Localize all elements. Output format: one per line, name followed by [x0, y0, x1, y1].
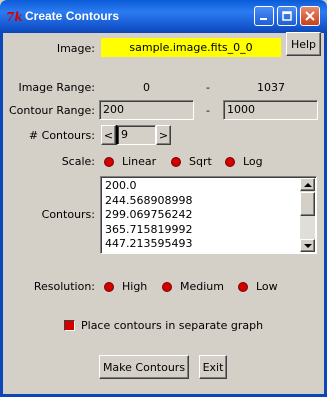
make-contours-button[interactable]: Make Contours	[99, 355, 189, 379]
window-title: Create Contours	[25, 9, 120, 23]
exit-button[interactable]: Exit	[199, 355, 227, 379]
help-button-label: Help	[290, 37, 317, 51]
title-bar[interactable]: 7k Create Contours	[0, 0, 327, 33]
image-range-label: Image Range:	[18, 81, 95, 94]
scroll-up-button[interactable]	[300, 178, 315, 191]
scale-sqrt-label: Sqrt	[189, 155, 212, 168]
maximize-button[interactable]	[277, 6, 297, 26]
minimize-button[interactable]	[254, 6, 274, 26]
close-button[interactable]	[300, 6, 320, 26]
num-contours-label: # Contours:	[28, 129, 95, 142]
scale-label: Scale:	[61, 155, 95, 168]
scroll-thumb[interactable]	[300, 192, 315, 216]
maximize-icon	[282, 11, 292, 21]
contours-scrollbar[interactable]	[300, 178, 315, 252]
resolution-low-label: Low	[256, 280, 278, 293]
contour-value[interactable]: 365.715819992	[103, 223, 298, 238]
resolution-low-radio[interactable]	[238, 282, 248, 292]
image-range-min: 0	[143, 81, 150, 94]
tk-feather-icon: 7k	[6, 10, 23, 24]
contour-range-separator: -	[206, 104, 210, 117]
resolution-high-label: High	[122, 280, 148, 293]
contours-listbox[interactable]: 200.0 244.568908998 299.069756242 365.71…	[100, 176, 317, 254]
arrow-down-icon	[303, 243, 312, 248]
separate-graph-label: Place contours in separate graph	[81, 319, 264, 332]
make-contours-label: Make Contours	[102, 360, 186, 374]
image-label: Image:	[56, 42, 95, 55]
scale-log-radio[interactable]	[225, 157, 235, 167]
resolution-medium-radio[interactable]	[162, 282, 172, 292]
image-range-separator: -	[206, 81, 210, 94]
decrement-contours-label: <	[103, 128, 114, 142]
resolution-high-radio[interactable]	[104, 282, 114, 292]
scale-sqrt-radio[interactable]	[171, 157, 181, 167]
increment-contours-button[interactable]: >	[156, 125, 171, 145]
contour-value[interactable]: 447.213595493	[103, 237, 298, 252]
contour-range-min-input[interactable]: 200	[99, 100, 194, 120]
contour-value[interactable]: 244.568908998	[103, 194, 298, 209]
contour-range-max-input[interactable]: 1000	[223, 100, 318, 120]
increment-contours-label: >	[158, 128, 169, 142]
scale-linear-label: Linear	[122, 155, 157, 168]
image-range-max: 1037	[257, 81, 285, 94]
contours-label: Contours:	[41, 208, 95, 221]
exit-label: Exit	[202, 360, 224, 374]
scale-linear-radio[interactable]	[104, 157, 114, 167]
contour-value[interactable]: 200.0	[103, 179, 298, 194]
resolution-label: Resolution:	[33, 280, 95, 293]
close-icon	[305, 11, 315, 21]
num-contours-input[interactable]: 9	[116, 125, 156, 145]
contour-value[interactable]: 299.069756242	[103, 208, 298, 223]
separate-graph-checkbox[interactable]	[64, 320, 75, 331]
image-name-field: sample.image.fits_0_0	[101, 38, 281, 57]
resolution-medium-label: Medium	[180, 280, 224, 293]
contour-range-label: Contour Range:	[9, 104, 95, 117]
scale-log-label: Log	[243, 155, 263, 168]
minimize-icon	[260, 18, 267, 20]
arrow-up-icon	[303, 182, 312, 187]
scroll-down-button[interactable]	[300, 239, 315, 252]
decrement-contours-button[interactable]: <	[101, 125, 116, 145]
help-button[interactable]: Help	[286, 32, 321, 56]
